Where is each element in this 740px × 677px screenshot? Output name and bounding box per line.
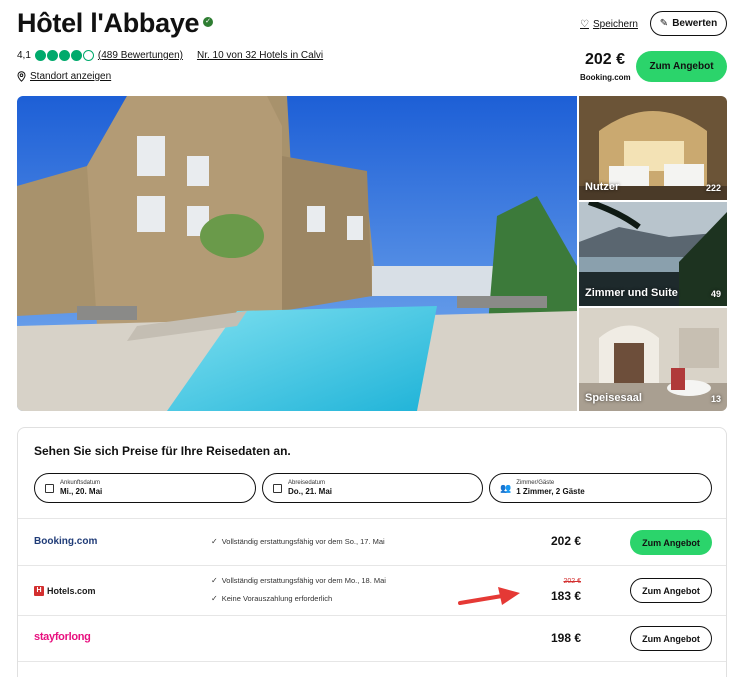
guests-label: Zimmer/Gäste (516, 480, 555, 486)
rank-link[interactable]: Nr. 10 von 32 Hotels in Calvi (197, 50, 323, 61)
offer-button-booking[interactable]: Zum Angebot (630, 530, 712, 555)
thumb-count: 222 (705, 183, 721, 193)
best-offer-button[interactable]: Zum Angebot (636, 51, 727, 82)
thumb-label: Speisesaal (585, 392, 642, 404)
reviews-link[interactable]: (489 Bewertungen) (98, 50, 183, 61)
review-button[interactable]: ✎ Bewerten (650, 11, 727, 36)
red-annotation-arrow-icon (458, 587, 520, 605)
offer-row-hotels: H Hotels.com ✓ Vollständig erstattungsfä… (18, 565, 726, 615)
thumb-count: 49 (710, 289, 721, 299)
feature-line: ✓ Vollständig erstattungsfähig vor dem S… (211, 537, 385, 546)
save-button[interactable]: ♡ Speichern (580, 15, 638, 33)
checkin-label: Ankunftsdatum (60, 480, 101, 486)
feature-text: Vollständig erstattungsfähig vor dem Mo.… (221, 576, 386, 585)
offer-button-hotels[interactable]: Zum Angebot (630, 578, 712, 603)
rating-bubble-icon (58, 50, 70, 61)
checkout-date-field[interactable]: Abreisedatum Do., 21. Mai (262, 473, 483, 503)
thumb-label: Zimmer und Suite (585, 287, 678, 299)
rating-bubble-icon (46, 50, 58, 61)
pricing-heading: Sehen Sie sich Preise für Ihre Reisedate… (34, 444, 291, 458)
check-icon: ✓ (211, 537, 218, 546)
checkin-value: Mi., 20. Mai (60, 487, 103, 496)
review-label: Bewerten (672, 18, 718, 29)
checkin-date-field[interactable]: Ankunftsdatum Mi., 20. Mai (34, 473, 256, 503)
best-price-provider: Booking.com (580, 73, 631, 82)
rating-number: 4,1 (17, 50, 31, 61)
gallery-thumb-rooms[interactable]: Zimmer und Suite 49 (579, 202, 727, 306)
hotel-title: Hôtel l'Abbaye (17, 8, 200, 38)
save-label: Speichern (592, 18, 638, 30)
offer-price: 183 € (550, 589, 581, 603)
main-hotel-photo[interactable] (17, 96, 577, 411)
verified-badge-icon: ✓ (203, 17, 213, 27)
feature-text: Keine Vorauszahlung erforderlich (221, 594, 333, 603)
location-link[interactable]: Standort anzeigen (17, 71, 111, 82)
row-divider (18, 661, 726, 662)
check-icon: ✓ (211, 576, 218, 585)
location-pin-icon (17, 71, 26, 82)
thumb-count: 13 (710, 394, 721, 404)
feature-text: Vollständig erstattungsfähig vor dem So.… (221, 537, 385, 546)
guests-field[interactable]: 👥 Zimmer/Gäste 1 Zimmer, 2 Gäste (489, 473, 712, 503)
rating-bubble-icon (34, 50, 46, 61)
offer-row-stayforlong: stayforlong 198 € Zum Angebot (18, 615, 726, 661)
calendar-icon (273, 483, 282, 493)
check-icon: ✓ (211, 594, 218, 603)
location-label: Standort anzeigen (30, 71, 112, 82)
offer-old-price: 202 € (563, 578, 581, 585)
checkout-value: Do., 21. Mai (288, 487, 333, 496)
rating-summary: 4,1 (489 Bewertungen) Nr. 10 von 32 Hote… (17, 50, 323, 61)
hotels-logo: H Hotels.com (34, 586, 96, 596)
hotels-logo-text: Hotels.com (47, 586, 96, 596)
calendar-icon (45, 483, 54, 493)
booking-logo: Booking.com (34, 536, 98, 547)
offer-price: 202 € (550, 534, 581, 548)
heart-icon: ♡ (580, 18, 589, 30)
rating-bubble-empty-icon (82, 50, 94, 61)
gallery-thumb-users[interactable]: Nutzer 222 (579, 96, 727, 200)
offer-row-booking: Booking.com ✓ Vollständig erstattungsfäh… (18, 518, 726, 565)
offer-button-stayforlong[interactable]: Zum Angebot (630, 626, 712, 651)
gallery-thumb-dining[interactable]: Speisesaal 13 (579, 308, 727, 411)
price-comparison-card: Sehen Sie sich Preise für Ihre Reisedate… (17, 427, 727, 677)
stayforlong-logo: stayforlong (34, 631, 91, 643)
offer-price: 198 € (550, 631, 581, 645)
guests-icon: 👥 (500, 482, 512, 493)
feature-line: ✓ Vollständig erstattungsfähig vor dem M… (211, 576, 386, 585)
checkout-label: Abreisedatum (288, 480, 326, 486)
guests-value: 1 Zimmer, 2 Gäste (516, 487, 585, 496)
feature-line: ✓ Keine Vorauszahlung erforderlich (211, 594, 332, 603)
pencil-icon: ✎ (659, 18, 669, 29)
rating-bubble-icon (70, 50, 82, 61)
hotels-h-icon: H (34, 586, 44, 596)
best-price: 202 € (585, 51, 626, 68)
thumb-label: Nutzer (585, 181, 620, 193)
